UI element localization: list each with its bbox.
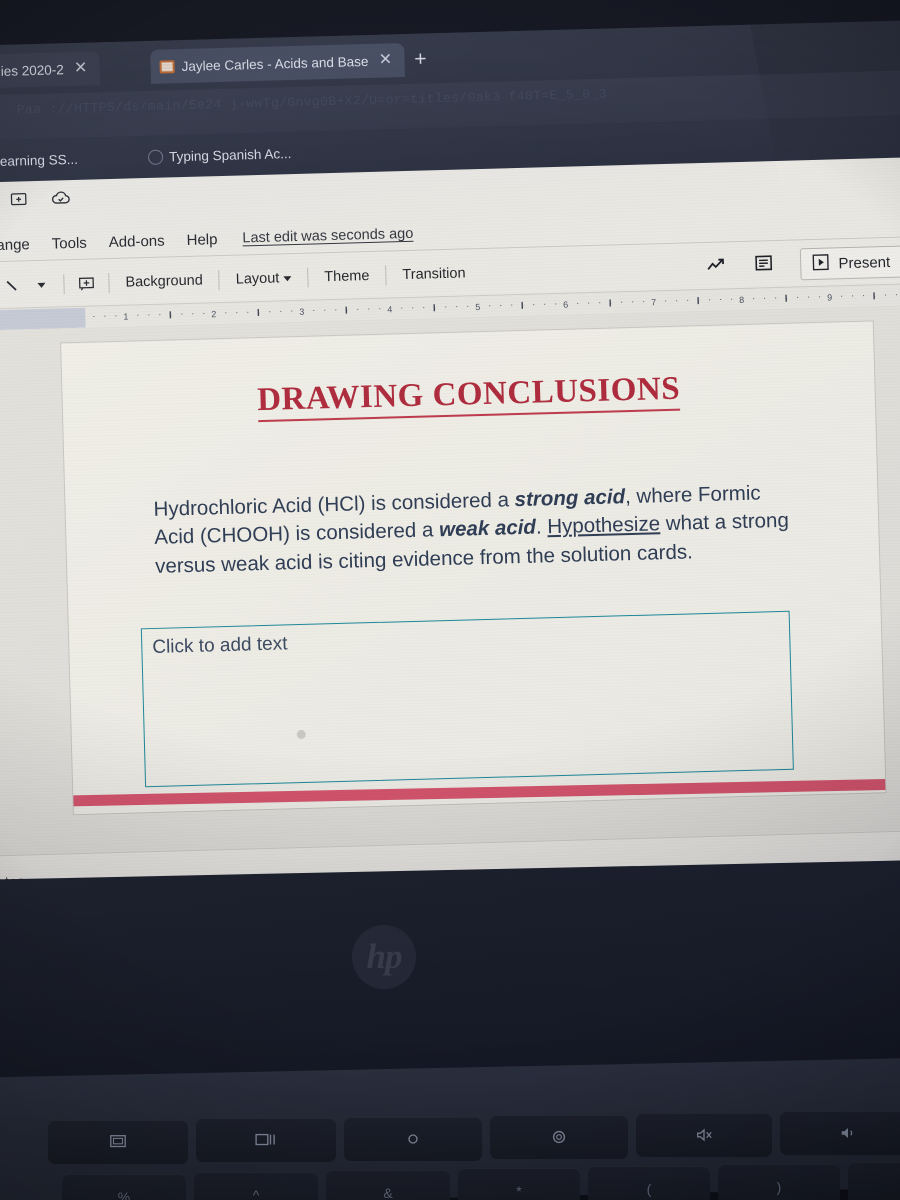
key-ampersand[interactable]: & — [326, 1170, 450, 1200]
svg-text:1: 1 — [123, 312, 128, 322]
body-seg-strong-acid: strong acid — [514, 485, 626, 512]
key-circle-2[interactable] — [490, 1115, 628, 1159]
present-label: Present — [838, 253, 891, 272]
line-tool-icon[interactable] — [0, 272, 27, 299]
explore-icon[interactable] — [705, 255, 728, 278]
key-asterisk[interactable]: * — [458, 1168, 580, 1200]
key-paren-close[interactable]: ) — [718, 1164, 840, 1200]
toolbar-right-group: Present — [705, 242, 900, 286]
toolbar-divider — [63, 274, 65, 295]
layout-label: Layout — [235, 270, 280, 288]
svg-text:4: 4 — [387, 304, 392, 314]
play-box-icon — [812, 253, 830, 274]
tab-title: n Studies 2020-2 — [0, 61, 64, 80]
menu-arrange[interactable]: Arrange — [0, 233, 41, 256]
slide-canvas: DRAWING CONCLUSIONS Hydrochloric Acid (H… — [0, 304, 900, 856]
present-button[interactable]: Present — [801, 251, 900, 275]
placeholder-label: Click to add text — [152, 633, 288, 659]
svg-text:8: 8 — [739, 295, 744, 305]
chevron-down-icon[interactable] — [26, 271, 57, 298]
toolbar-divider — [108, 273, 110, 294]
text-box-icon[interactable] — [71, 270, 102, 297]
close-icon[interactable]: ✕ — [70, 58, 91, 79]
slides-favicon — [159, 59, 175, 74]
svg-text:7: 7 — [651, 297, 656, 307]
browser-tab-inactive[interactable]: n Studies 2020-2 ✕ — [0, 51, 101, 90]
key-caret[interactable]: ^ — [194, 1172, 318, 1200]
key-paren-open[interactable]: ( — [588, 1166, 710, 1200]
laptop-photo: n Studies 2020-2 ✕ Jaylee Carles - Acids… — [0, 0, 900, 1200]
key-display-brightness[interactable] — [48, 1120, 188, 1164]
slide-body-text[interactable]: Hydrochloric Acid (HCl) is considered a … — [153, 479, 795, 581]
google-slides-app: Arrange Tools Add-ons Help Last edit was… — [0, 156, 900, 891]
background-button[interactable]: Background — [116, 269, 212, 294]
theme-button[interactable]: Theme — [315, 265, 379, 289]
toolbar-divider — [218, 270, 221, 291]
key-underscore[interactable] — [848, 1162, 900, 1200]
move-to-folder-icon[interactable] — [9, 189, 29, 209]
svg-text:2: 2 — [211, 309, 216, 319]
transition-button[interactable]: Transition — [393, 262, 475, 286]
toolbar-divider — [385, 265, 387, 286]
menu-tools[interactable]: Tools — [40, 232, 98, 255]
toolbar-divider — [307, 267, 309, 288]
svg-text:6: 6 — [563, 300, 568, 310]
doc-icon-row — [0, 188, 72, 210]
bookmark-item[interactable]: nterim Learning SS... — [0, 147, 78, 174]
body-seg-weak-acid: weak acid — [438, 515, 537, 542]
chevron-down-icon — [283, 275, 292, 281]
laptop-screen: n Studies 2020-2 ✕ Jaylee Carles - Acids… — [0, 19, 900, 891]
slide-title-text: DRAWING CONCLUSIONS — [256, 370, 681, 423]
slide-text-placeholder-box[interactable]: Click to add text — [140, 610, 794, 788]
bookmark-label: Typing Spanish Ac... — [168, 145, 292, 164]
cloud-saved-icon — [50, 188, 73, 208]
close-icon[interactable]: ✕ — [375, 50, 396, 71]
hp-logo: hp — [352, 925, 416, 989]
key-project-screen[interactable] — [196, 1118, 336, 1162]
present-control: Present — [800, 244, 900, 281]
svg-text:3: 3 — [299, 307, 304, 317]
key-circle-1[interactable] — [344, 1117, 482, 1161]
bookmark-label: nterim Learning SS... — [0, 151, 79, 169]
key-volume-down[interactable] — [780, 1111, 900, 1155]
speaker-notes-icon[interactable] — [753, 253, 775, 279]
browser-tab-active[interactable]: Jaylee Carles - Acids and Base ✕ — [150, 42, 405, 84]
bookmark-favicon — [147, 149, 164, 165]
laptop-bezel — [0, 859, 900, 1080]
body-seg-hypothesize: Hypothesize — [547, 512, 661, 539]
new-tab-button[interactable]: + — [409, 47, 432, 72]
tab-title: Jaylee Carles - Acids and Base — [181, 53, 369, 74]
slide-title[interactable]: DRAWING CONCLUSIONS — [62, 365, 875, 424]
key-mute[interactable] — [636, 1113, 772, 1157]
layout-button[interactable]: Layout — [227, 267, 301, 291]
menu-help[interactable]: Help — [175, 228, 228, 250]
svg-text:9: 9 — [827, 293, 832, 303]
menu-add-ons[interactable]: Add-ons — [97, 230, 175, 253]
key-percent[interactable]: % — [62, 1174, 186, 1200]
svg-text:5: 5 — [475, 302, 480, 312]
body-seg-1: Hydrochloric Acid (HCl) is considered a — [153, 488, 515, 521]
slide-surface[interactable]: DRAWING CONCLUSIONS Hydrochloric Acid (H… — [60, 320, 887, 816]
body-seg-3: . — [535, 515, 548, 539]
last-edit-status[interactable]: Last edit was seconds ago — [242, 226, 413, 247]
screen-dust-speck — [296, 729, 306, 740]
bookmark-item[interactable]: Typing Spanish Ac... — [147, 141, 292, 169]
